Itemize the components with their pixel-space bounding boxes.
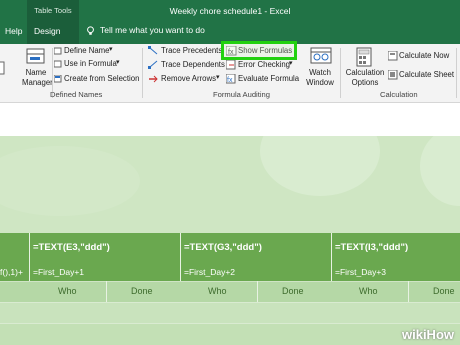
chevron-down-icon: ▾ — [289, 60, 293, 67]
create-from-selection-icon — [54, 75, 62, 83]
tab-design[interactable]: Design — [34, 26, 60, 36]
watch-window-icon — [310, 47, 332, 64]
calculator-icon — [356, 47, 372, 67]
error-checking-button[interactable]: Error Checking — [238, 60, 290, 69]
chevron-down-icon: ▾ — [216, 74, 220, 81]
column-label: Who — [58, 286, 77, 296]
trace-precedents-button[interactable]: Trace Precedents — [161, 46, 222, 55]
worksheet: =TEXT(E3,"ddd") =TEXT(G3,"ddd") =TEXT(I3… — [0, 136, 460, 345]
create-from-selection-button[interactable]: Create from Selection — [64, 74, 139, 83]
watch-window-button[interactable]: Watch Window — [304, 68, 336, 88]
column-label: Done — [433, 286, 455, 296]
trace-dependents-icon — [148, 60, 158, 69]
trace-dependents-button[interactable]: Trace Dependents — [161, 60, 225, 69]
use-in-formula-button[interactable]: Use in Formula — [64, 59, 117, 68]
defined-names-group-label: Defined Names — [50, 90, 103, 99]
define-name-button[interactable]: Define Name — [64, 46, 110, 55]
table-cell[interactable]: =First_Day+1 — [33, 267, 84, 277]
decorative-blob — [0, 146, 140, 216]
chevron-down-icon: ▾ — [109, 46, 113, 53]
table-cell[interactable]: =TEXT(I3,"ddd") — [335, 242, 408, 253]
name-manager-icon — [26, 48, 45, 64]
chevron-down-icon: ▾ — [116, 59, 120, 66]
column-header-row — [0, 120, 460, 137]
calculation-options-button[interactable]: Calculation Options — [345, 68, 385, 88]
calculation-group-label: Calculation — [380, 90, 418, 99]
watermark: wikiHow — [401, 327, 454, 342]
formula-bar[interactable] — [0, 103, 460, 121]
table-cell[interactable]: =TEXT(E3,"ddd") — [33, 242, 110, 253]
lightbulb-icon — [87, 26, 94, 35]
calculate-sheet-button[interactable]: Calculate Sheet — [399, 70, 454, 79]
table-cell[interactable]: f(),1)+ — [0, 267, 23, 277]
column-label: Who — [359, 286, 378, 296]
evaluate-formula-icon: fx — [226, 74, 236, 84]
svg-text:fx: fx — [227, 77, 233, 84]
title-bar: Table Tools Weekly chore schedule1 - Exc… — [0, 0, 460, 44]
formula-auditing-group-label: Formula Auditing — [213, 90, 270, 99]
column-label: Done — [131, 286, 153, 296]
table-cell[interactable]: =First_Day+2 — [184, 267, 235, 277]
table-row[interactable] — [0, 323, 460, 345]
calculate-now-button[interactable]: Calculate Now — [399, 51, 449, 60]
decorative-blob — [420, 136, 460, 206]
tell-me-text: Tell me what you want to do — [100, 25, 205, 35]
define-name-icon — [54, 47, 62, 55]
show-formulas-highlight — [221, 41, 297, 60]
partial-icon — [0, 61, 5, 75]
window-title: Weekly chore schedule1 - Excel — [169, 6, 291, 16]
remove-arrows-icon — [149, 75, 158, 83]
evaluate-formula-button[interactable]: Evaluate Formula — [238, 74, 299, 83]
decorative-blob — [260, 136, 380, 196]
tab-help[interactable]: Help — [5, 26, 22, 36]
calculate-now-icon — [388, 51, 398, 61]
table-cell[interactable]: =TEXT(G3,"ddd") — [184, 242, 262, 253]
tell-me-box[interactable]: Tell me what you want to do — [86, 25, 205, 36]
column-label: Who — [208, 286, 227, 296]
use-in-formula-icon — [54, 60, 62, 68]
trace-precedents-icon — [148, 46, 158, 55]
calculate-sheet-icon — [388, 70, 398, 80]
remove-arrows-button[interactable]: Remove Arrows — [161, 74, 216, 83]
table-cell[interactable]: =First_Day+3 — [335, 267, 386, 277]
column-label: Done — [282, 286, 304, 296]
name-manager-button[interactable]: Name Manager — [22, 68, 53, 88]
error-checking-icon — [226, 60, 236, 70]
table-row[interactable] — [0, 302, 460, 324]
